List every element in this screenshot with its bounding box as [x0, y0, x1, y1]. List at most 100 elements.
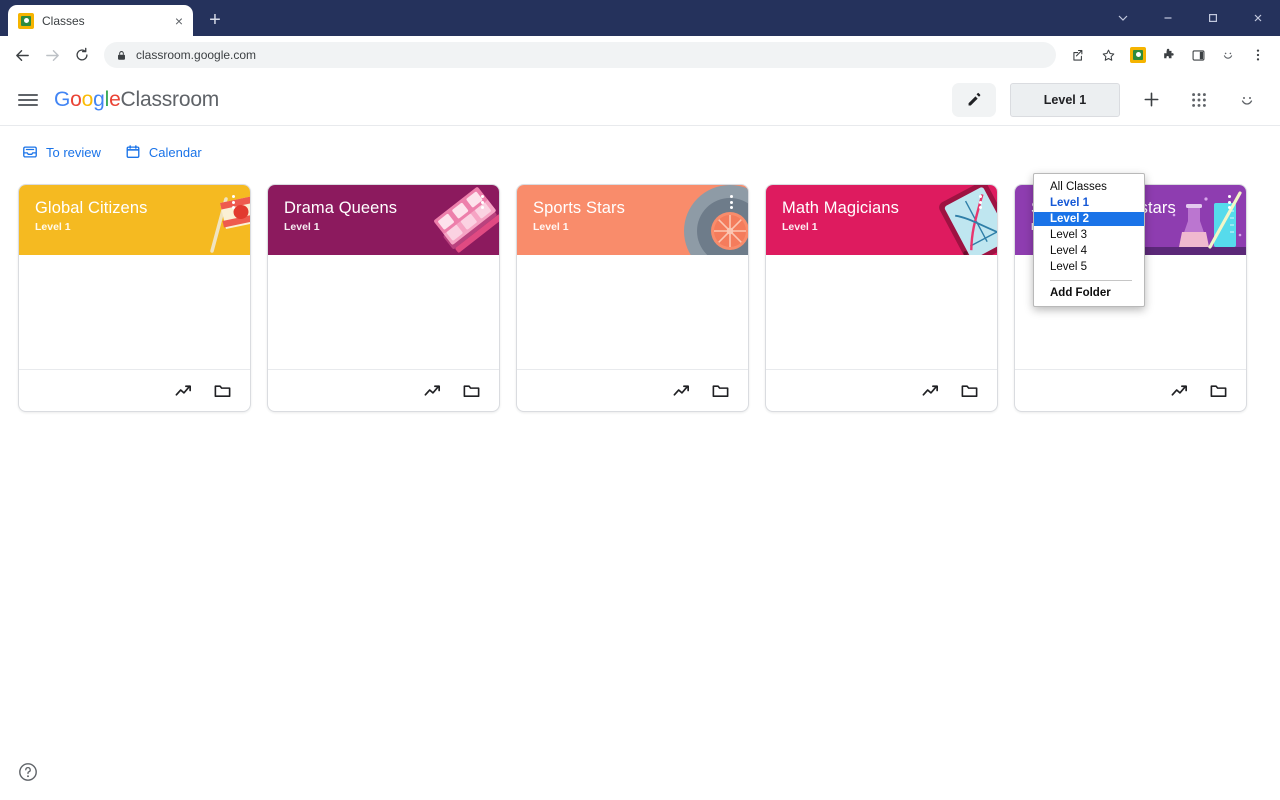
classroom-favicon: [18, 12, 34, 29]
account-button[interactable]: [1230, 83, 1264, 117]
classroom-extension-icon[interactable]: [1124, 41, 1152, 69]
class-card-footer: [766, 369, 997, 411]
app-header: GoogleClassroom Level 1: [0, 74, 1280, 126]
class-card-menu-icon[interactable]: [473, 195, 491, 209]
class-card-title: Drama Queens: [284, 199, 398, 217]
edit-button[interactable]: [952, 82, 996, 117]
dropdown-item-level-2[interactable]: Level 2: [1034, 212, 1144, 226]
apps-grid-icon[interactable]: [1182, 83, 1216, 117]
close-icon[interactable]: ×: [175, 14, 183, 28]
lock-icon: [118, 50, 125, 60]
nav-calendar[interactable]: Calendar: [125, 144, 202, 160]
secondary-nav: To review Calendar: [0, 134, 1280, 170]
logo-letter-g2: g: [93, 87, 105, 111]
classroom-page: GoogleClassroom Level 1 All Classes Leve…: [0, 74, 1280, 800]
class-card-footer: [19, 369, 250, 411]
trending-up-icon[interactable]: [423, 381, 442, 400]
class-card[interactable]: Global Citizens Level 1: [18, 184, 251, 412]
folder-icon[interactable]: [960, 381, 979, 400]
dropdown-item-level-3[interactable]: Level 3: [1034, 228, 1144, 242]
browser-toolbar: classroom.google.com: [0, 36, 1280, 74]
dropdown-item-level-5[interactable]: Level 5: [1034, 260, 1144, 274]
dropdown-separator: [1050, 280, 1132, 281]
logo-letter-o2: o: [81, 87, 94, 111]
class-card-header[interactable]: Sports Stars Level 1: [517, 185, 748, 255]
nav-to-review-label: To review: [46, 144, 101, 160]
class-card-title: Math Magicians: [782, 199, 899, 217]
class-card-title: Sports Stars: [533, 199, 625, 217]
profile-smiley-icon[interactable]: [1214, 41, 1242, 69]
dropdown-item-all-classes[interactable]: All Classes: [1034, 180, 1144, 194]
nav-calendar-label: Calendar: [148, 144, 202, 160]
share-icon[interactable]: [1064, 41, 1092, 69]
trending-up-icon[interactable]: [672, 381, 691, 400]
nav-to-review[interactable]: To review: [22, 144, 101, 160]
class-card-menu-icon[interactable]: [224, 195, 242, 209]
folder-icon[interactable]: [1209, 381, 1228, 400]
folder-icon[interactable]: [462, 381, 481, 400]
class-card-level: Level 1: [533, 221, 569, 233]
class-card-footer: [1015, 369, 1246, 411]
dropdown-item-level-4[interactable]: Level 4: [1034, 244, 1144, 258]
trending-up-icon[interactable]: [921, 381, 940, 400]
class-card-header[interactable]: Math Magicians Level 1: [766, 185, 997, 255]
main-menu-icon[interactable]: [16, 88, 40, 112]
class-card-header[interactable]: Global Citizens Level 1: [19, 185, 250, 255]
reload-icon[interactable]: [68, 41, 96, 69]
pencil-icon: [968, 92, 980, 106]
level-filter-button[interactable]: Level 1: [1010, 82, 1120, 117]
google-classroom-logo: GoogleClassroom: [54, 88, 219, 112]
class-card-menu-icon[interactable]: [1220, 195, 1238, 209]
class-card-body: [766, 255, 997, 369]
tab-title: Classes: [42, 13, 85, 28]
class-card-menu-icon[interactable]: [722, 195, 740, 209]
logo-letter-g: G: [54, 87, 71, 111]
folder-icon[interactable]: [711, 381, 730, 400]
account-smiley-icon: [1234, 87, 1260, 113]
help-button[interactable]: [18, 762, 38, 782]
forward-icon[interactable]: [38, 41, 66, 69]
logo-letter-o1: o: [70, 87, 82, 111]
calendar-icon: [126, 145, 140, 158]
back-icon[interactable]: [8, 41, 36, 69]
class-card[interactable]: Drama Queens Level 1: [267, 184, 500, 412]
class-card-level: Level 1: [35, 221, 71, 233]
maximize-icon[interactable]: [1190, 0, 1235, 36]
class-card-body: [517, 255, 748, 369]
chrome-menu-icon[interactable]: [1244, 41, 1272, 69]
window-controls: [1100, 0, 1280, 36]
browser-tab[interactable]: Classes ×: [8, 5, 193, 36]
class-card-title: Global Citizens: [35, 199, 148, 217]
toolbar-right-group: [1064, 41, 1272, 69]
logo-product-name: Classroom: [120, 87, 220, 111]
trending-up-icon[interactable]: [1170, 381, 1189, 400]
dropdown-item-add-folder[interactable]: Add Folder: [1034, 286, 1144, 300]
class-card-footer: [268, 369, 499, 411]
url-text: classroom.google.com: [136, 48, 257, 62]
browser-title-bar: Classes × +: [0, 0, 1280, 36]
chevron-down-icon[interactable]: [1100, 0, 1145, 36]
address-bar[interactable]: classroom.google.com: [104, 42, 1056, 68]
class-card-body: [268, 255, 499, 369]
class-card[interactable]: Math Magicians Level 1: [765, 184, 998, 412]
dropdown-item-level-1[interactable]: Level 1: [1034, 196, 1144, 210]
minimize-icon[interactable]: [1145, 0, 1190, 36]
new-tab-button[interactable]: +: [203, 8, 227, 32]
extensions-puzzle-icon[interactable]: [1154, 41, 1182, 69]
folder-icon[interactable]: [213, 381, 232, 400]
class-card-header[interactable]: Drama Queens Level 1: [268, 185, 499, 255]
add-button[interactable]: [1134, 83, 1168, 117]
bookmark-star-icon[interactable]: [1094, 41, 1122, 69]
level-dropdown-menu[interactable]: All Classes Level 1 Level 2 Level 3 Leve…: [1033, 173, 1145, 307]
to-review-tray-icon: [23, 146, 37, 158]
help-icon: [19, 763, 37, 781]
class-card-level: Level 1: [782, 221, 818, 233]
class-card-menu-icon[interactable]: [971, 195, 989, 209]
close-window-icon[interactable]: [1235, 0, 1280, 36]
class-card[interactable]: Sports Stars Level 1: [516, 184, 749, 412]
trending-up-icon[interactable]: [174, 381, 193, 400]
class-card-footer: [517, 369, 748, 411]
logo-letter-e: e: [109, 87, 121, 111]
class-card-level: Level 1: [284, 221, 320, 233]
side-panel-icon[interactable]: [1184, 41, 1212, 69]
